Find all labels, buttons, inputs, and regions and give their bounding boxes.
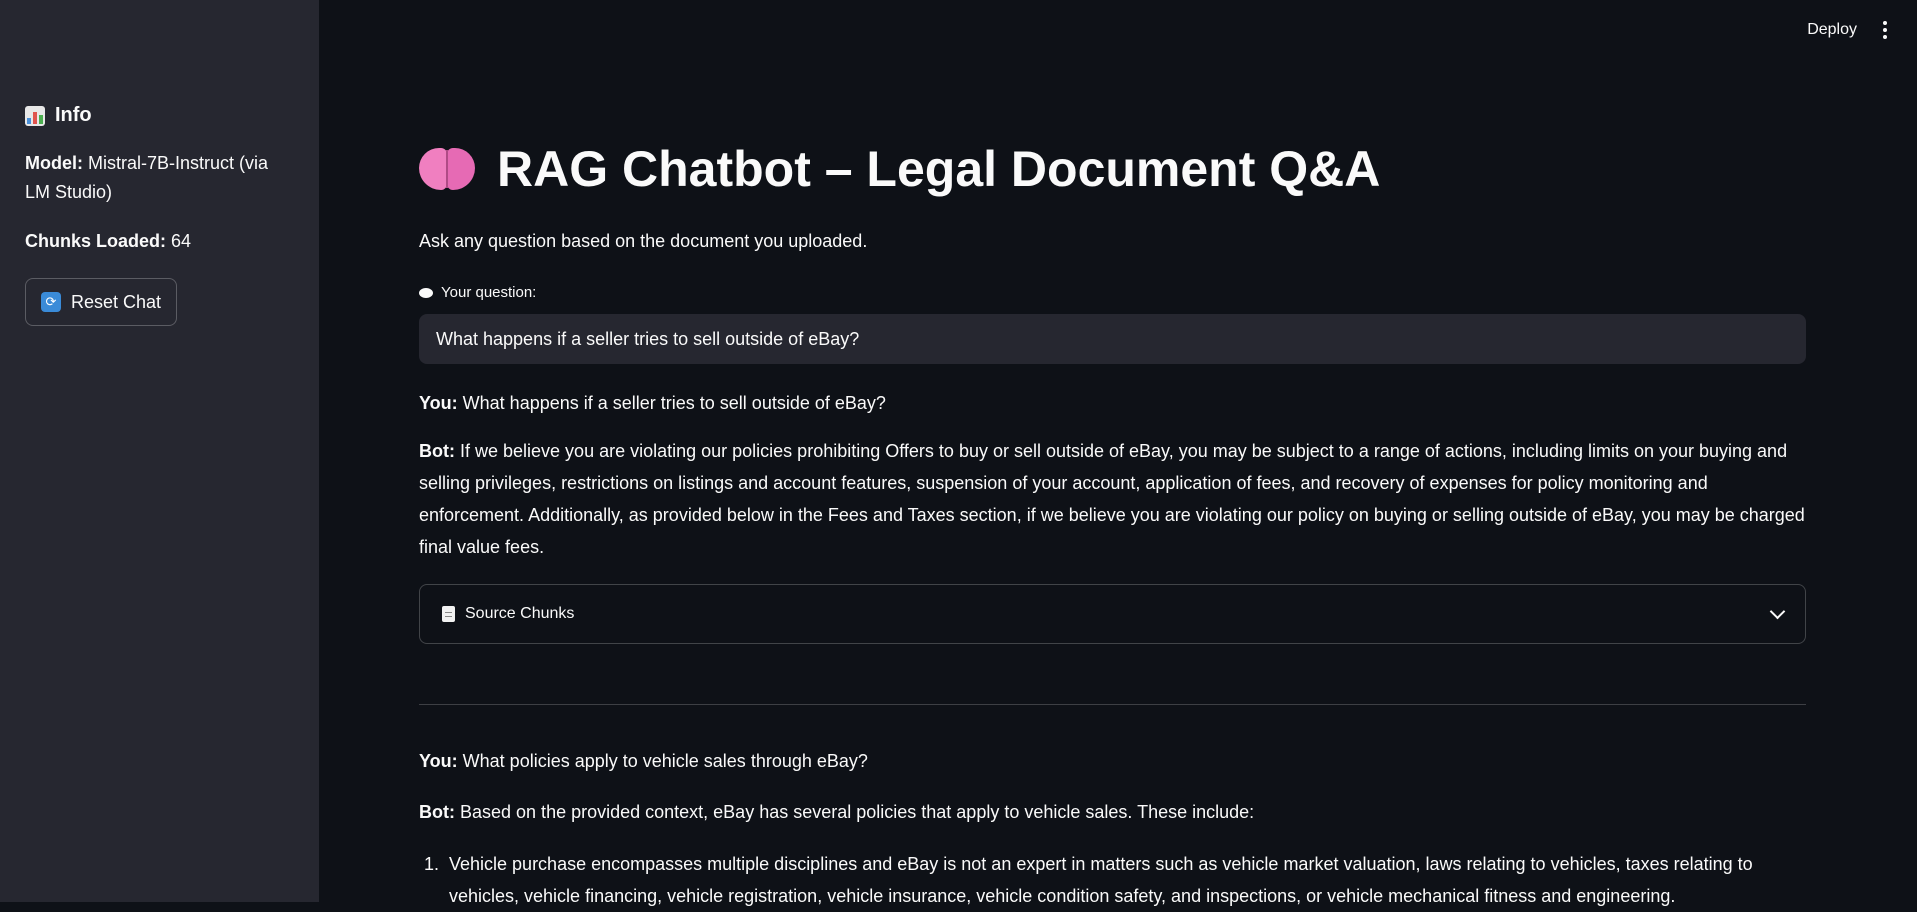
chunks-label: Chunks Loaded: bbox=[25, 231, 167, 251]
sidebar-content: Info Model: Mistral-7B-Instruct (via LM … bbox=[25, 104, 295, 326]
chunks-info: Chunks Loaded: 64 bbox=[25, 227, 295, 256]
user-message: You: What policies apply to vehicle sale… bbox=[419, 745, 1806, 777]
model-label: Model: bbox=[25, 153, 83, 173]
speech-bubble-icon bbox=[419, 287, 433, 298]
repeat-icon: ⟳ bbox=[41, 292, 61, 312]
user-label: You: bbox=[419, 393, 458, 413]
model-info: Model: Mistral-7B-Instruct (via LM Studi… bbox=[25, 149, 295, 207]
question-input[interactable]: What happens if a seller tries to sell o… bbox=[419, 314, 1806, 364]
bar-chart-icon bbox=[25, 105, 45, 126]
question-label: Your question: bbox=[419, 284, 536, 301]
page-subtitle: Ask any question based on the document y… bbox=[419, 231, 868, 251]
deploy-button[interactable]: Deploy bbox=[1807, 21, 1857, 39]
brain-icon bbox=[419, 144, 475, 194]
sidebar: Info Model: Mistral-7B-Instruct (via LM … bbox=[0, 0, 319, 902]
question-input-value: What happens if a seller tries to sell o… bbox=[436, 328, 860, 349]
user-label: You: bbox=[419, 751, 458, 771]
document-icon bbox=[442, 606, 455, 622]
divider bbox=[419, 704, 1806, 705]
bot-label: Bot: bbox=[419, 802, 455, 822]
bot-message: Bot: Based on the provided context, eBay… bbox=[419, 796, 1806, 828]
page-title-text: RAG Chatbot – Legal Document Q&A bbox=[497, 141, 1381, 197]
user-message: You: What happens if a seller tries to s… bbox=[419, 387, 1806, 419]
reset-chat-button[interactable]: ⟳ Reset Chat bbox=[25, 278, 178, 326]
list-item: 1. Vehicle purchase encompasses multiple… bbox=[419, 848, 1806, 912]
source-chunks-expander[interactable]: Source Chunks bbox=[419, 584, 1806, 644]
bot-message: Bot: If we believe you are violating our… bbox=[419, 435, 1806, 563]
reset-chat-label: Reset Chat bbox=[71, 291, 162, 312]
user-text: What policies apply to vehicle sales thr… bbox=[462, 751, 868, 771]
bot-label: Bot: bbox=[419, 441, 455, 461]
user-text: What happens if a seller tries to sell o… bbox=[462, 393, 886, 413]
page-title: RAG Chatbot – Legal Document Q&A bbox=[419, 140, 1380, 198]
chevron-down-icon bbox=[1769, 603, 1786, 619]
sidebar-title: Info bbox=[25, 104, 295, 127]
list-item-text: Vehicle purchase encompasses multiple di… bbox=[449, 854, 1753, 906]
source-chunks-label: Source Chunks bbox=[465, 605, 575, 622]
top-toolbar: Deploy bbox=[1807, 0, 1917, 60]
sidebar-title-text: Info bbox=[55, 104, 92, 126]
bot-text: Based on the provided context, eBay has … bbox=[460, 802, 1255, 822]
bot-list: 1. Vehicle purchase encompasses multiple… bbox=[419, 848, 1806, 912]
chunks-value: 64 bbox=[171, 231, 192, 251]
bot-text: If we believe you are violating our poli… bbox=[419, 441, 1805, 557]
question-label-text: Your question: bbox=[441, 284, 537, 301]
list-item-number: 1. bbox=[424, 854, 440, 874]
more-options-icon[interactable] bbox=[1879, 17, 1891, 43]
